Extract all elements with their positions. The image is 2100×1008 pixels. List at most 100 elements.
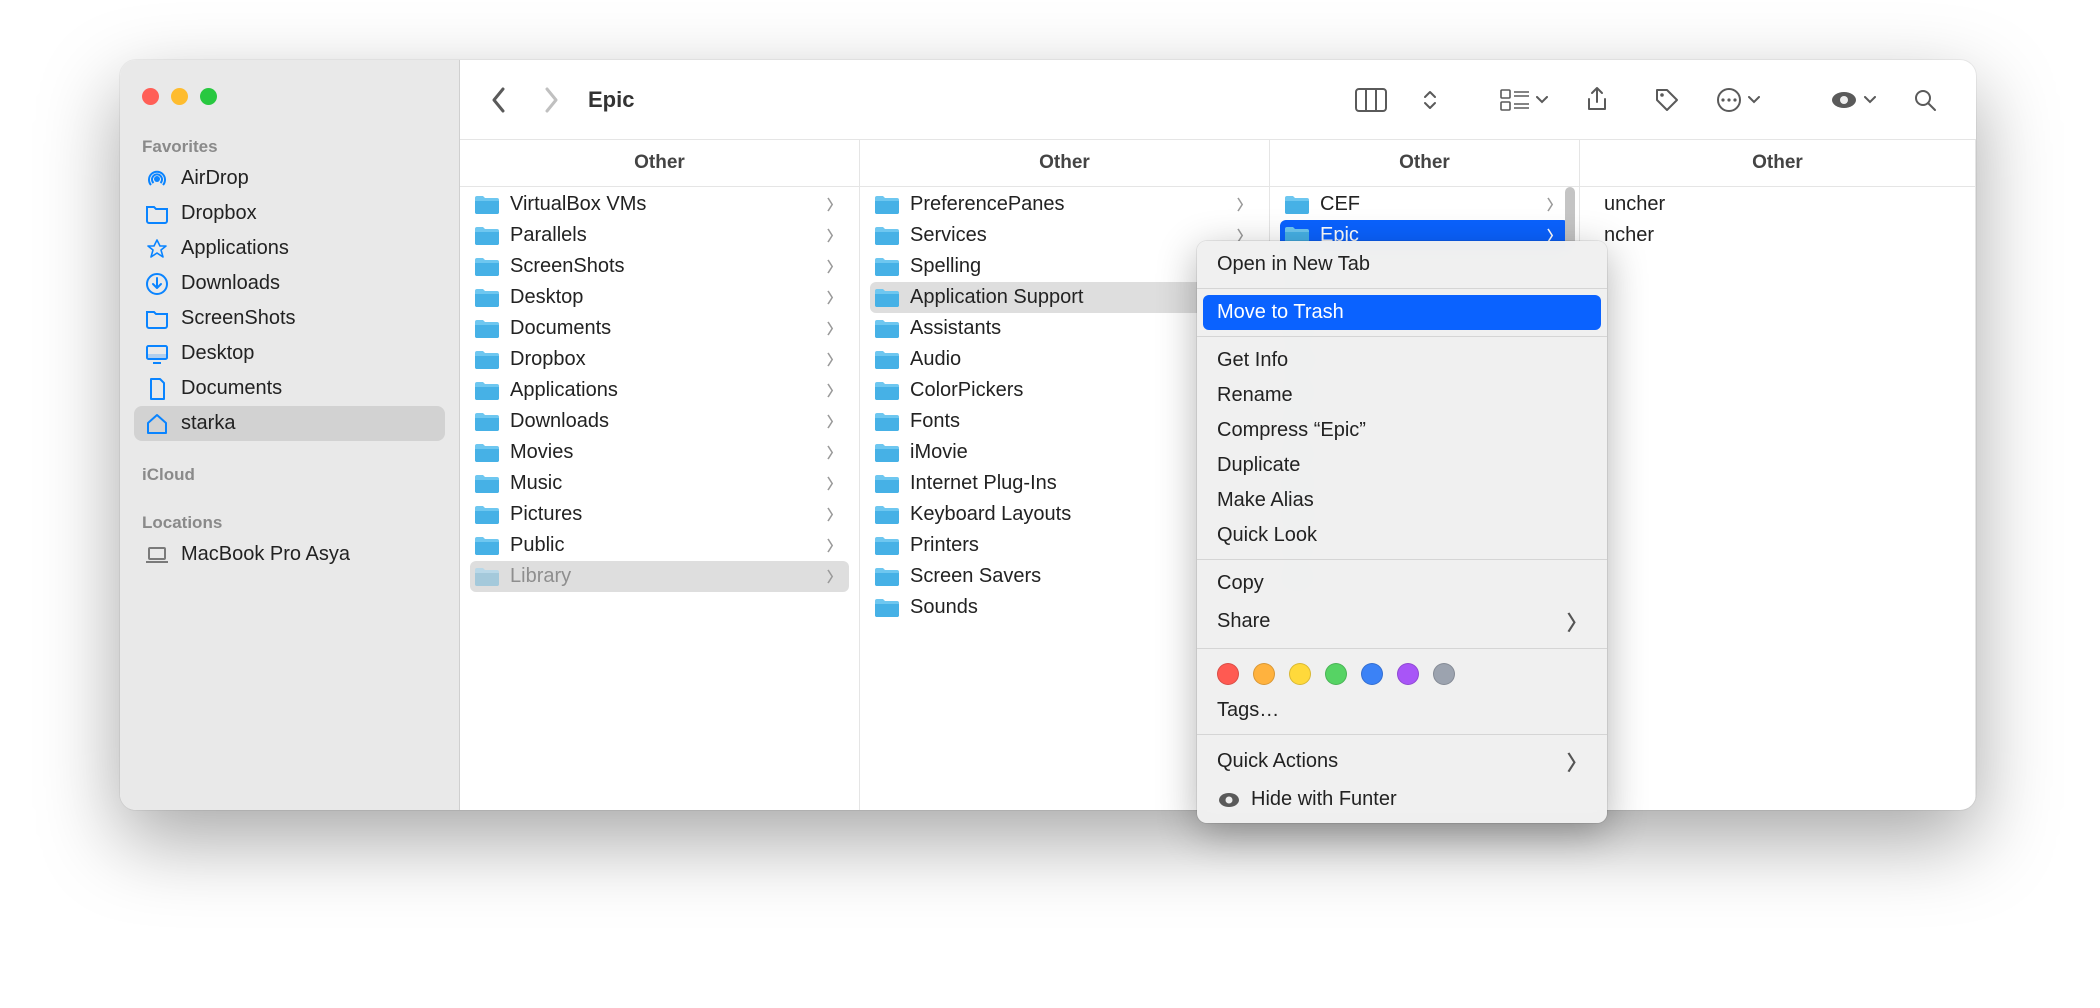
folder-icon [874,535,900,557]
menu-item-get-info[interactable]: Get Info [1197,343,1607,378]
list-item-label: iMovie [910,441,1227,464]
menu-item-move-to-trash[interactable]: Move to Trash [1203,295,1601,330]
funter-eye-button[interactable] [1830,79,1876,121]
menu-item-open-in-new-tab[interactable]: Open in New Tab [1197,247,1607,282]
menu-item-make-alias[interactable]: Make Alias [1197,483,1607,518]
sidebar-item-airdrop[interactable]: AirDrop [134,161,445,196]
action-menu-button[interactable] [1716,79,1760,121]
sidebar-item-applications[interactable]: Applications [134,231,445,266]
search-button[interactable] [1904,79,1946,121]
group-by-button[interactable] [1500,79,1548,121]
close-window-icon[interactable] [142,88,159,105]
menu-item-duplicate[interactable]: Duplicate [1197,448,1607,483]
folder-icon [474,225,500,247]
sidebar-item-macbook-pro-asya[interactable]: MacBook Pro Asya [134,537,445,572]
tag-color-dot[interactable] [1397,663,1419,685]
folder-icon [874,597,900,619]
menu-item-label: Make Alias [1217,489,1314,512]
menu-separator [1197,288,1607,289]
list-item[interactable]: CEF 〉 [1280,189,1569,220]
menu-item-label: Tags… [1217,699,1279,722]
menu-item-tags[interactable]: Tags… [1197,693,1607,728]
list-item[interactable]: ScreenShots〉 [470,251,849,282]
list-item[interactable]: Desktop〉 [470,282,849,313]
chevron-right-icon: 〉 [1237,195,1251,215]
tag-color-dot[interactable] [1289,663,1311,685]
folder-icon [874,318,900,340]
list-item[interactable]: Music〉 [470,468,849,499]
menu-item-copy[interactable]: Copy [1197,566,1607,601]
tag-color-dot[interactable] [1325,663,1347,685]
list-item[interactable]: Applications〉 [470,375,849,406]
menu-item-label: Get Info [1217,349,1288,372]
tag-color-dot[interactable] [1217,663,1239,685]
menu-separator [1197,559,1607,560]
sidebar-item-desktop[interactable]: Desktop [134,336,445,371]
sidebar-item-starka[interactable]: starka [134,406,445,441]
airdrop-icon [144,166,169,191]
tags-button[interactable] [1646,79,1688,121]
view-columns-button[interactable] [1350,79,1392,121]
download-icon [144,271,169,296]
list-item-label: Parallels [510,224,817,247]
sidebar-item-label: Applications [181,237,289,260]
menu-item-compress-epic-[interactable]: Compress “Epic” [1197,413,1607,448]
folder-icon [474,256,500,278]
sidebar-item-dropbox[interactable]: Dropbox [134,196,445,231]
list-item-label: CEF [1320,193,1537,216]
list-item[interactable]: Downloads〉 [470,406,849,437]
column-header[interactable]: Other [1580,140,1975,187]
list-item[interactable]: Dropbox〉 [470,344,849,375]
list-item[interactable]: Documents〉 [470,313,849,344]
menu-item-quick-actions[interactable]: Quick Actions〉 [1197,741,1607,782]
menu-item-share[interactable]: Share〉 [1197,601,1607,642]
chevron-right-icon: 〉 [827,567,841,587]
sidebar-item-label: ScreenShots [181,307,296,330]
zoom-window-icon[interactable] [200,88,217,105]
column-header[interactable]: Other [1270,140,1579,187]
menu-item-quick-look[interactable]: Quick Look [1197,518,1607,553]
share-button[interactable] [1576,79,1618,121]
folder-icon [474,318,500,340]
sidebar-item-downloads[interactable]: Downloads [134,266,445,301]
sidebar-item-documents[interactable]: Documents [134,371,445,406]
nav-forward-button[interactable] [530,79,572,121]
list-item-label: ColorPickers [910,379,1227,402]
folder-icon [474,473,500,495]
tag-color-row [1197,655,1607,693]
list-item[interactable]: Public〉 [470,530,849,561]
list-item-label: Services [910,224,1227,247]
list-item[interactable]: PreferencePanes〉 [870,189,1259,220]
minimize-window-icon[interactable] [171,88,188,105]
sidebar-item-screenshots[interactable]: ScreenShots [134,301,445,336]
folder-icon [874,473,900,495]
list-item[interactable]: Library〉 [470,561,849,592]
column-header[interactable]: Other [860,140,1269,187]
chevron-right-icon: 〉 [827,350,841,370]
folder-icon [874,256,900,278]
list-item-label: Pictures [510,503,817,526]
folder-icon [874,411,900,433]
context-menu: Open in New Tab Move to Trash Get Info Rena… [1197,241,1607,823]
tag-color-dot[interactable] [1361,663,1383,685]
list-item[interactable]: VirtualBox VMs〉 [470,189,849,220]
menu-separator [1197,734,1607,735]
list-item-label: Documents [510,317,817,340]
view-updown-icon[interactable] [1420,79,1440,121]
list-item[interactable]: Parallels〉 [470,220,849,251]
list-item[interactable]: uncher [1590,189,1965,220]
tag-color-dot[interactable] [1253,663,1275,685]
list-item-label: VirtualBox VMs [510,193,817,216]
list-item[interactable]: ncher [1590,220,1965,251]
tag-color-dot[interactable] [1433,663,1455,685]
list-item[interactable]: Pictures〉 [470,499,849,530]
laptop-icon [144,542,169,567]
nav-back-button[interactable] [478,79,520,121]
column-3: Otheruncherncher [1580,140,1976,810]
chevron-right-icon: 〉 [1547,195,1561,215]
menu-item-hide-with-funter[interactable]: Hide with Funter [1197,782,1607,817]
folder-icon [874,504,900,526]
column-header[interactable]: Other [460,140,859,187]
list-item[interactable]: Movies〉 [470,437,849,468]
menu-item-rename[interactable]: Rename [1197,378,1607,413]
